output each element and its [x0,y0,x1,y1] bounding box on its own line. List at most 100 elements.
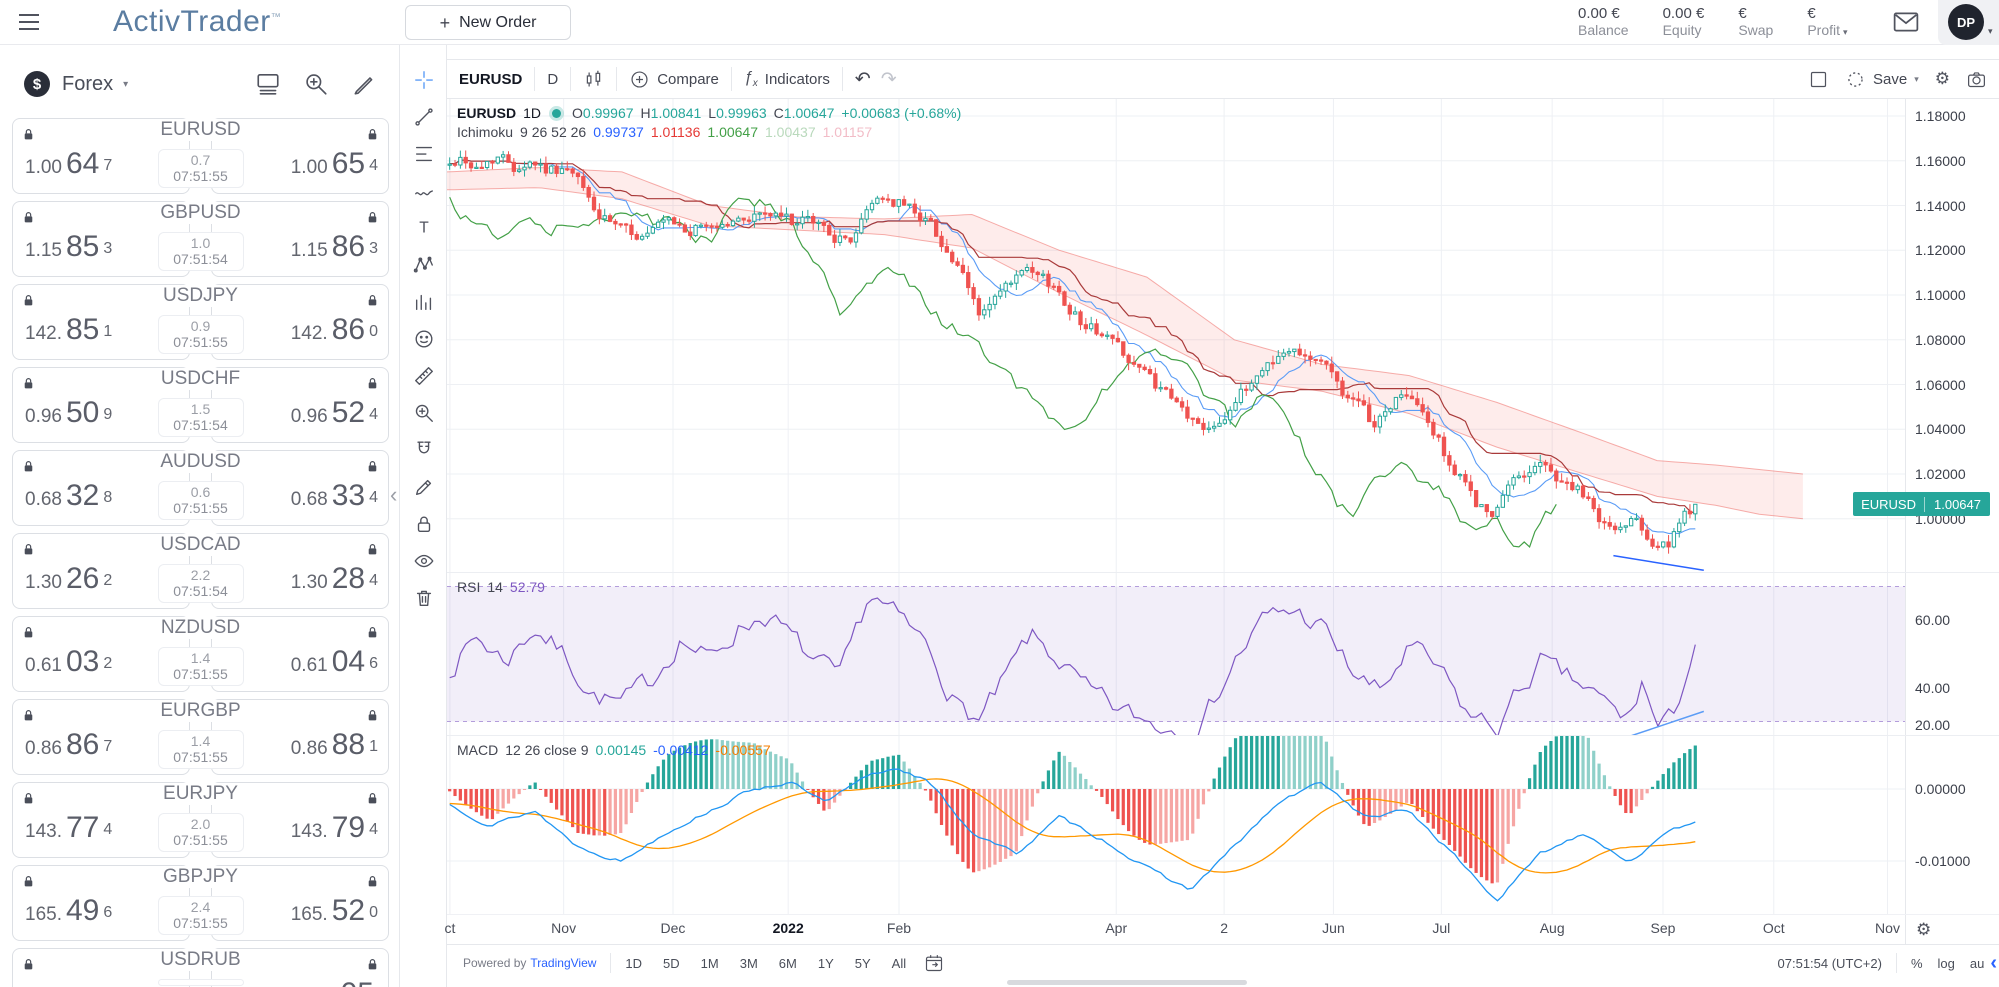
lock-icon[interactable] [22,625,35,640]
collapse-chevron-icon[interactable]: ‹ [1990,953,1997,973]
mail-icon[interactable] [1893,11,1919,33]
lock-icon[interactable] [22,293,35,308]
draw-icon[interactable] [351,71,377,97]
eye-icon[interactable] [413,550,435,572]
lock-icon[interactable] [22,874,35,889]
interval-button[interactable]: D [547,71,558,88]
user-menu[interactable]: DP ▾ [1938,0,1999,45]
menu-icon[interactable] [18,13,40,31]
compare-button[interactable]: Compare [629,69,719,90]
price-plot[interactable] [447,99,1905,572]
scale-option-%[interactable]: % [1911,956,1923,971]
account-metric[interactable]: € Swap [1738,5,1773,41]
lock-icon[interactable] [413,513,435,535]
lock-icon[interactable] [366,127,379,142]
macd-pane: 0.00000 -0.01000 MACD 12 26 close 9 0.00145… [447,736,1999,914]
camera-icon[interactable] [1966,69,1987,90]
edit-icon[interactable] [413,476,435,498]
lock-icon[interactable] [22,210,35,225]
spread-box: 2.0 07:51:55 [157,813,244,852]
rsi-tick: 40.00 [1915,679,1951,696]
macd-plot[interactable] [447,736,1905,914]
undo-button[interactable]: ↶ [855,68,871,90]
axis-settings-gear-icon[interactable]: ⚙ [1916,920,1931,940]
emoji-icon[interactable] [413,328,435,350]
account-metric[interactable]: 0.00 € Balance [1578,5,1629,41]
candles-style-icon[interactable] [583,69,604,90]
lock-icon[interactable] [22,791,35,806]
lock-icon[interactable] [366,625,379,640]
lock-icon[interactable] [366,210,379,225]
lock-icon[interactable] [22,957,35,972]
lock-icon[interactable] [366,791,379,806]
lock-icon[interactable] [366,459,379,474]
account-metric[interactable]: € Profit ▾ [1807,5,1847,41]
range-1m[interactable]: 1M [701,956,719,971]
scale-option-au[interactable]: au [1970,956,1984,971]
avatar[interactable]: DP [1948,4,1984,40]
time-axis[interactable]: ct Nov Dec 2022 Feb Apr 2 Jun Jul Aug Sep Oct Nov ⚙ [444,914,1999,944]
lock-icon[interactable] [22,542,35,557]
panel-layout-icon[interactable] [1808,69,1829,90]
lock-icon[interactable] [22,376,35,391]
new-order-button[interactable]: + New Order [405,5,571,40]
scrollbar[interactable] [1007,980,1247,985]
watchlist-item: 61.0005 USDRUB [12,948,389,987]
lock-icon[interactable] [366,957,379,972]
price-value: 0.86 86 7 [25,728,113,761]
zoom-in-icon[interactable] [413,402,435,424]
sidebar-collapse-icon[interactable]: ‹ [390,482,397,508]
clock-label[interactable]: 07:51:54 (UTC+2) [1778,956,1882,971]
text-icon[interactable]: T [413,217,435,239]
zoom-in-icon[interactable] [303,71,329,97]
magnet-icon[interactable] [413,439,435,461]
save-button[interactable]: Save ▾ [1845,69,1919,90]
range-all[interactable]: All [892,956,906,971]
trash-icon[interactable] [413,587,435,609]
quote-time: 07:51:54 [173,251,228,267]
crosshair-icon[interactable] [413,69,435,91]
redo-button[interactable]: ↷ [881,68,897,90]
range-1d[interactable]: 1D [625,956,642,971]
legend-ohlc: H1.00841 [640,105,702,121]
scale-option-log[interactable]: log [1938,956,1955,971]
macd-tick: -0.01000 [1915,853,1971,869]
brush-icon[interactable] [413,180,435,202]
goto-date-icon[interactable] [924,953,944,973]
rsi-plot[interactable] [447,573,1905,735]
indicators-button[interactable]: ƒx Indicators [744,69,830,89]
range-6m[interactable]: 6M [779,956,797,971]
trend-line-icon[interactable] [413,106,435,128]
watchlist-display-icon[interactable] [255,71,281,97]
symbol-label: EURJPY [153,783,248,805]
spread-box: 0.6 07:51:55 [157,481,244,520]
group-selector[interactable]: Forex [62,73,113,96]
gear-icon[interactable]: ⚙ [1935,69,1950,89]
quote-time: 07:51:55 [173,334,228,350]
lock-icon[interactable] [366,874,379,889]
forecast-icon[interactable] [413,291,435,313]
lock-icon[interactable] [366,293,379,308]
lock-icon[interactable] [22,127,35,142]
range-1y[interactable]: 1Y [818,956,834,971]
fib-retracement-icon[interactable] [413,143,435,165]
ruler-icon[interactable] [413,365,435,387]
fx-icon: ƒx [743,68,758,90]
range-5y[interactable]: 5Y [855,956,871,971]
rsi-axis[interactable]: 60.00 40.00 20.00 [1905,573,1999,735]
account-metric[interactable]: 0.00 € Equity [1663,5,1705,41]
symbol-search-button[interactable]: EURUSD [459,71,522,88]
watchlist-panel: $ Forex ▾ 1.00 64 7 1.00 65 4 EURUSD 0.7 07:51:5… [0,45,400,987]
range-5d[interactable]: 5D [663,956,680,971]
lock-icon[interactable] [366,708,379,723]
indicator-name: Ichimoku [457,124,514,140]
xabcd-pattern-icon[interactable] [413,254,435,276]
range-3m[interactable]: 3M [740,956,758,971]
macd-axis[interactable]: 0.00000 -0.01000 [1905,736,1999,914]
tradingview-link[interactable]: TradingView [530,956,596,970]
spread-value: 1.4 [190,650,211,666]
lock-icon[interactable] [22,459,35,474]
lock-icon[interactable] [366,376,379,391]
lock-icon[interactable] [366,542,379,557]
lock-icon[interactable] [22,708,35,723]
